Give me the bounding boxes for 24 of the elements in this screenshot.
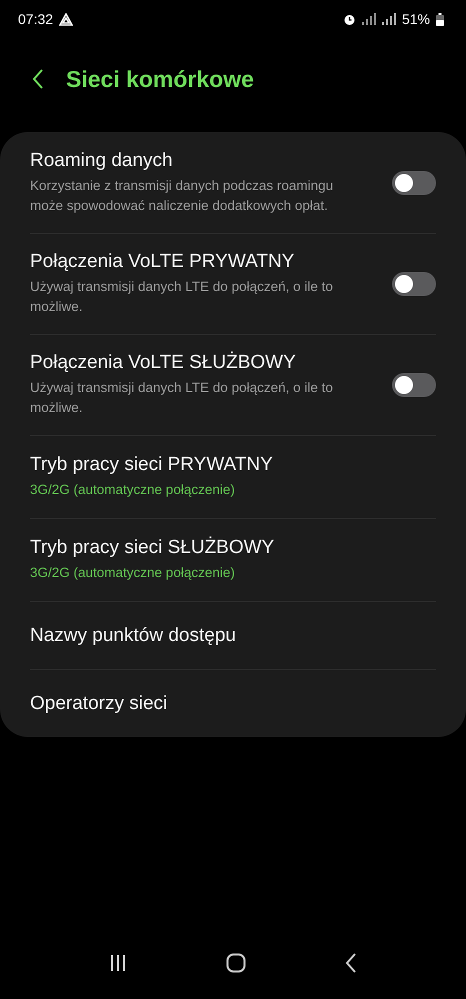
setting-title[interactable]: Roaming danych	[30, 150, 358, 172]
battery-percent: 51%	[402, 11, 430, 27]
setting-value: 3G/2G (automatyczne połączenie)	[30, 481, 236, 499]
battery-icon	[436, 12, 444, 26]
setting-title[interactable]: Połączenia VoLTE PRYWATNY	[30, 251, 358, 273]
status-time: 07:32	[18, 11, 54, 27]
signal-icon	[362, 13, 376, 25]
setting-title[interactable]: Nazwy punktów dostępu	[30, 624, 236, 646]
setting-description: Korzystanie z transmisji danych podczas roamingu może spowodować naliczenie dodatkowych opłat.	[30, 176, 334, 215]
back-icon[interactable]	[32, 68, 44, 90]
toggle-switch[interactable]	[392, 272, 436, 296]
setting-title[interactable]: Operatorzy sieci	[30, 692, 168, 714]
setting-title[interactable]: Tryb pracy sieci SŁUŻBOWY	[30, 537, 274, 559]
alarm-icon	[342, 12, 356, 26]
toggle-switch[interactable]	[392, 170, 436, 194]
setting-description: Używaj transmisji danych LTE do połączeń, o ile to możliwe.	[30, 278, 334, 316]
signal-icon	[382, 13, 396, 25]
setting-value: 3G/2G (automatyczne połączenie)	[30, 564, 236, 582]
toggle-switch[interactable]	[392, 373, 436, 397]
triangle-icon	[59, 12, 74, 26]
setting-title[interactable]: Połączenia VoLTE SŁUŻBOWY	[30, 352, 358, 374]
setting-title[interactable]: Tryb pracy sieci PRYWATNY	[30, 454, 273, 476]
page-title: Sieci komórkowe	[66, 66, 254, 92]
setting-description: Używaj transmisji danych LTE do połączeń, o ile to możliwe.	[30, 379, 334, 417]
